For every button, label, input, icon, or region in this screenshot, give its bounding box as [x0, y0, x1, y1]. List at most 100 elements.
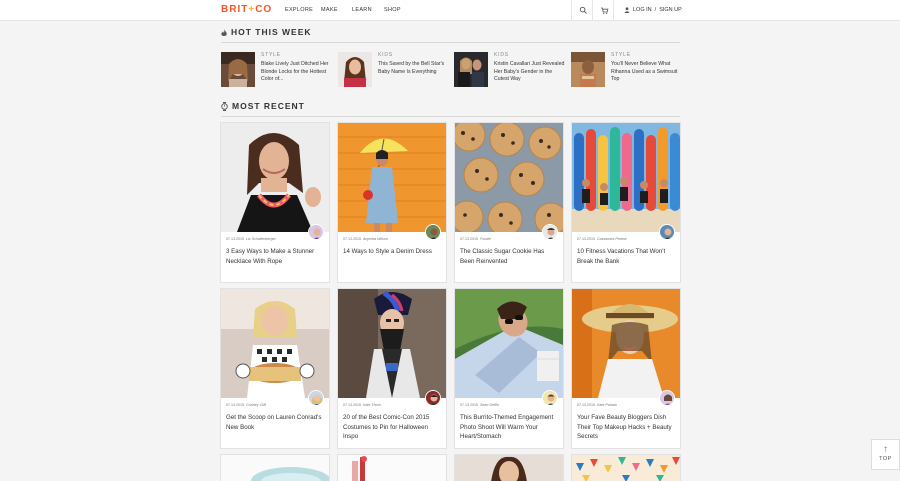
article-date: 07.13.2015 [226, 403, 244, 407]
hot-headline[interactable]: Blake Lively Just Ditched Her Blonde Loc… [261, 61, 333, 84]
article-card[interactable]: 07.13.2015 Anjeriba Wilson 14 Ways to Sty… [337, 122, 447, 283]
article-author[interactable]: Cassandra Pearse [597, 237, 627, 241]
article-date: 07.13.2015 [226, 237, 244, 241]
article-card[interactable]: 07.13.2015 Sean Griffin This Burrito-Them… [454, 288, 564, 449]
hot-divider [221, 42, 680, 43]
hot-section-title: HOT THIS WEEK [221, 28, 312, 37]
article-image [455, 289, 563, 398]
hot-headline[interactable]: Kristin Cavallari Just Revealed Her Baby… [494, 61, 566, 84]
article-title[interactable]: 10 Fitness Vacations That Won't Break th… [577, 247, 677, 266]
author-avatar[interactable] [425, 224, 441, 240]
article-meta: 07.13.2015 Foodie [460, 237, 491, 242]
article-image [221, 289, 329, 398]
article-meta: 07.13.2015 Sean Griffin [460, 403, 499, 408]
article-image [572, 123, 680, 232]
nav-shop[interactable]: SHOP [384, 7, 401, 13]
article-card[interactable] [337, 454, 447, 481]
back-to-top-button[interactable]: ↑ TOP [871, 439, 900, 470]
logo[interactable]: BRIT+CO [221, 5, 272, 15]
hot-item[interactable]: KIDS This Saved by the Bell Star's Baby … [338, 52, 448, 88]
signup-link[interactable]: SIGN UP [659, 7, 682, 13]
author-avatar[interactable] [659, 390, 675, 406]
article-title[interactable]: Get the Scoop on Lauren Conrad's New Boo… [226, 413, 326, 432]
article-card[interactable]: 07.13.2015 Liz Schallenberger 3 Easy Ways… [220, 122, 330, 283]
cart-icon[interactable] [600, 6, 609, 15]
account-links: LOG IN / SIGN UP [624, 7, 682, 13]
article-card[interactable]: 07.13.2015 Cortney Cliff Get the Scoop on… [220, 288, 330, 449]
nav-divider [571, 0, 572, 21]
search-icon[interactable] [579, 6, 588, 15]
user-icon [624, 7, 630, 13]
article-image [221, 123, 329, 232]
article-author[interactable]: Kate Thorn [363, 403, 381, 407]
article-author[interactable]: Foodie [480, 237, 491, 241]
hot-headline[interactable]: This Saved by the Bell Star's Baby Name … [378, 61, 450, 76]
article-meta: 07.13.2015 Liz Schallenberger [226, 237, 276, 242]
article-date: 07.13.2015 [343, 403, 361, 407]
nav-explore[interactable]: EXPLORE [285, 7, 313, 13]
logo-brit: BRIT [221, 4, 249, 15]
hot-thumbnail [454, 52, 488, 87]
article-title[interactable]: 20 of the Best Comic-Con 2015 Costumes t… [343, 413, 443, 442]
login-link[interactable]: LOG IN [633, 7, 652, 13]
hot-category: STYLE [261, 52, 281, 58]
article-card[interactable]: 07.13.2015 Kate Pahala Your Fave Beauty B… [571, 288, 681, 449]
article-card[interactable] [571, 454, 681, 481]
article-title[interactable]: This Burrito-Themed Engagement Photo Sho… [460, 413, 560, 442]
author-avatar[interactable] [425, 390, 441, 406]
clock-icon [221, 102, 228, 111]
article-meta: 07.13.2015 Anjeriba Wilson [343, 237, 388, 242]
hot-item[interactable]: STYLE You'll Never Believe What Rihanna … [571, 52, 681, 88]
article-author[interactable]: Anjeriba Wilson [363, 237, 388, 241]
article-image [338, 123, 446, 232]
article-card[interactable]: 07.13.2015 Kate Thorn 20 of the Best Comi… [337, 288, 447, 449]
article-title[interactable]: 3 Easy Ways to Make a Stunner Necklace W… [226, 247, 326, 266]
article-card[interactable] [454, 454, 564, 481]
article-card[interactable]: 07.13.2015 Cassandra Pearse 10 Fitness Va… [571, 122, 681, 283]
article-image [572, 455, 680, 481]
hot-title-text: HOT THIS WEEK [231, 27, 312, 37]
nav-learn[interactable]: LEARN [352, 7, 372, 13]
arrow-up-icon: ↑ [883, 444, 888, 455]
article-card[interactable] [220, 454, 330, 481]
article-title[interactable]: Your Fave Beauty Bloggers Dish Their Top… [577, 413, 677, 442]
article-image [455, 455, 563, 481]
article-author[interactable]: Kate Pahala [597, 403, 617, 407]
hot-thumbnail [571, 52, 605, 87]
nav-make[interactable]: MAKE [321, 7, 338, 13]
article-image [221, 455, 329, 481]
article-title[interactable]: The Classic Sugar Cookie Has Been Reinve… [460, 247, 560, 266]
article-date: 07.13.2015 [460, 403, 478, 407]
recent-divider [221, 116, 680, 117]
article-date: 07.13.2015 [577, 237, 595, 241]
article-date: 07.13.2015 [577, 403, 595, 407]
recent-section-title: MOST RECENT [221, 102, 305, 111]
author-avatar[interactable] [542, 390, 558, 406]
hot-thumbnail [338, 52, 372, 87]
hot-thumbnail [221, 52, 255, 87]
author-avatar[interactable] [308, 224, 324, 240]
article-author[interactable]: Liz Schallenberger [246, 237, 276, 241]
article-card[interactable]: 07.13.2015 Foodie The Classic Sugar Cooki… [454, 122, 564, 283]
nav-divider [613, 0, 614, 21]
hot-item[interactable]: KIDS Kristin Cavallari Just Revealed Her… [454, 52, 564, 88]
article-author[interactable]: Sean Griffin [480, 403, 499, 407]
nav-divider [592, 0, 593, 21]
author-avatar[interactable] [542, 224, 558, 240]
fire-icon [221, 28, 227, 37]
article-author[interactable]: Cortney Cliff [246, 403, 266, 407]
author-avatar[interactable] [659, 224, 675, 240]
logo-co: CO [255, 4, 273, 15]
article-meta: 07.13.2015 Kate Thorn [343, 403, 381, 408]
hot-item[interactable]: STYLE Blake Lively Just Ditched Her Blon… [221, 52, 331, 88]
article-meta: 07.13.2015 Kate Pahala [577, 403, 617, 408]
article-title[interactable]: 14 Ways to Style a Denim Dress [343, 247, 443, 257]
hot-category: KIDS [494, 52, 509, 58]
author-avatar[interactable] [308, 390, 324, 406]
article-date: 07.13.2015 [343, 237, 361, 241]
login-divider: / [654, 7, 657, 13]
hot-headline[interactable]: You'll Never Believe What Rihanna Used a… [611, 61, 683, 84]
article-meta: 07.13.2015 Cortney Cliff [226, 403, 266, 408]
recent-title-text: MOST RECENT [232, 101, 305, 111]
article-image [572, 289, 680, 398]
